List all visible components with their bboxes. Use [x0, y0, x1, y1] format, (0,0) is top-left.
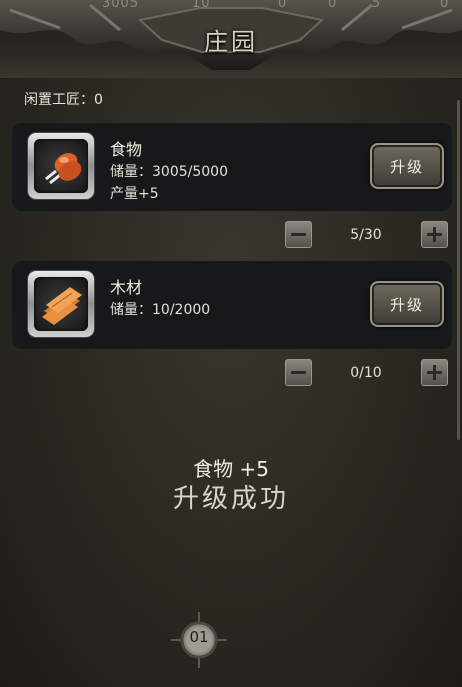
page-number: 01: [189, 628, 209, 646]
workers-food-value: 5/30: [350, 227, 382, 243]
resource-card-wood: 木材 储量：10/2000 升级: [12, 261, 452, 349]
upgrade-button-wood[interactable]: 升级: [370, 281, 444, 327]
stat-3: 0: [328, 0, 338, 11]
stat-0: 3005: [102, 0, 140, 11]
resource-name-food: 食物: [110, 140, 143, 159]
upgrade-button-food[interactable]: 升级: [370, 143, 444, 189]
wood-planks-icon: [28, 271, 94, 337]
toast-upgrade-success: 升级成功: [172, 484, 289, 514]
scrollbar[interactable]: [457, 100, 460, 440]
stat-5: 0: [440, 0, 450, 11]
page-indicator[interactable]: 01: [171, 612, 227, 668]
page-title: 庄园: [204, 28, 258, 56]
stat-4: 5: [372, 0, 382, 11]
workers-wood-value: 0/10: [350, 365, 382, 381]
decrease-workers-wood-button[interactable]: [285, 359, 312, 386]
idle-workers-label: 闲置工匠：0: [24, 92, 103, 108]
roast-meat-icon: [28, 133, 94, 199]
resource-production-food: 产量+5: [110, 186, 159, 202]
resource-card-food: 食物 储量：3005/5000 产量+5 升级: [12, 123, 452, 211]
resource-storage-wood: 储量：10/2000: [110, 302, 211, 318]
resource-storage-food: 储量：3005/5000: [110, 164, 228, 180]
resource-name-wood: 木材: [110, 278, 143, 297]
increase-workers-wood-button[interactable]: [421, 359, 448, 386]
increase-workers-food-button[interactable]: [421, 221, 448, 248]
stat-2: 0: [278, 0, 288, 11]
decrease-workers-food-button[interactable]: [285, 221, 312, 248]
stat-1: 10: [192, 0, 211, 11]
top-ornament-frame: 3005 10 0 0 5 0 庄园: [0, 0, 462, 78]
